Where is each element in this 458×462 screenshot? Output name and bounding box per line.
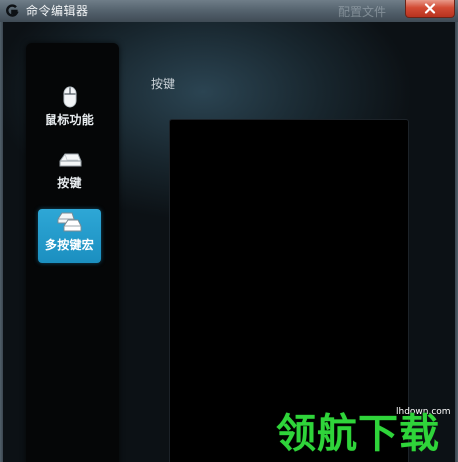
nav-item-keystroke[interactable]: 按键	[38, 147, 101, 201]
close-button[interactable]	[405, 0, 455, 18]
background-window-title: 配置文件	[338, 5, 387, 19]
nav-item-mouse-function[interactable]: 鼠标功能	[38, 84, 101, 138]
nav-item-label: 按键	[57, 176, 82, 190]
mouse-icon	[63, 85, 77, 109]
nav-item-multi-key-macro[interactable]: 多按键宏	[38, 209, 101, 263]
logitech-logo-icon	[4, 3, 20, 19]
nav-item-label: 鼠标功能	[44, 113, 95, 127]
multi-key-icon	[56, 210, 84, 234]
close-icon	[424, 3, 436, 14]
key-icon	[57, 148, 83, 172]
window-title: 命令编辑器	[26, 4, 89, 18]
content-area: 鼠标功能 按键 多按键宏 按键	[3, 22, 455, 462]
nav-item-label: 多按键宏	[44, 238, 95, 252]
command-editor-window: 命令编辑器 配置文件 鼠标功能 按键 多按键宏 按键 lhdown.com 领航…	[0, 0, 458, 462]
keystroke-section-label: 按键	[151, 77, 176, 91]
title-bar[interactable]: 命令编辑器 配置文件	[0, 0, 458, 23]
command-type-nav: 鼠标功能 按键 多按键宏	[26, 43, 119, 462]
watermark-brand: 领航下载	[276, 411, 440, 457]
